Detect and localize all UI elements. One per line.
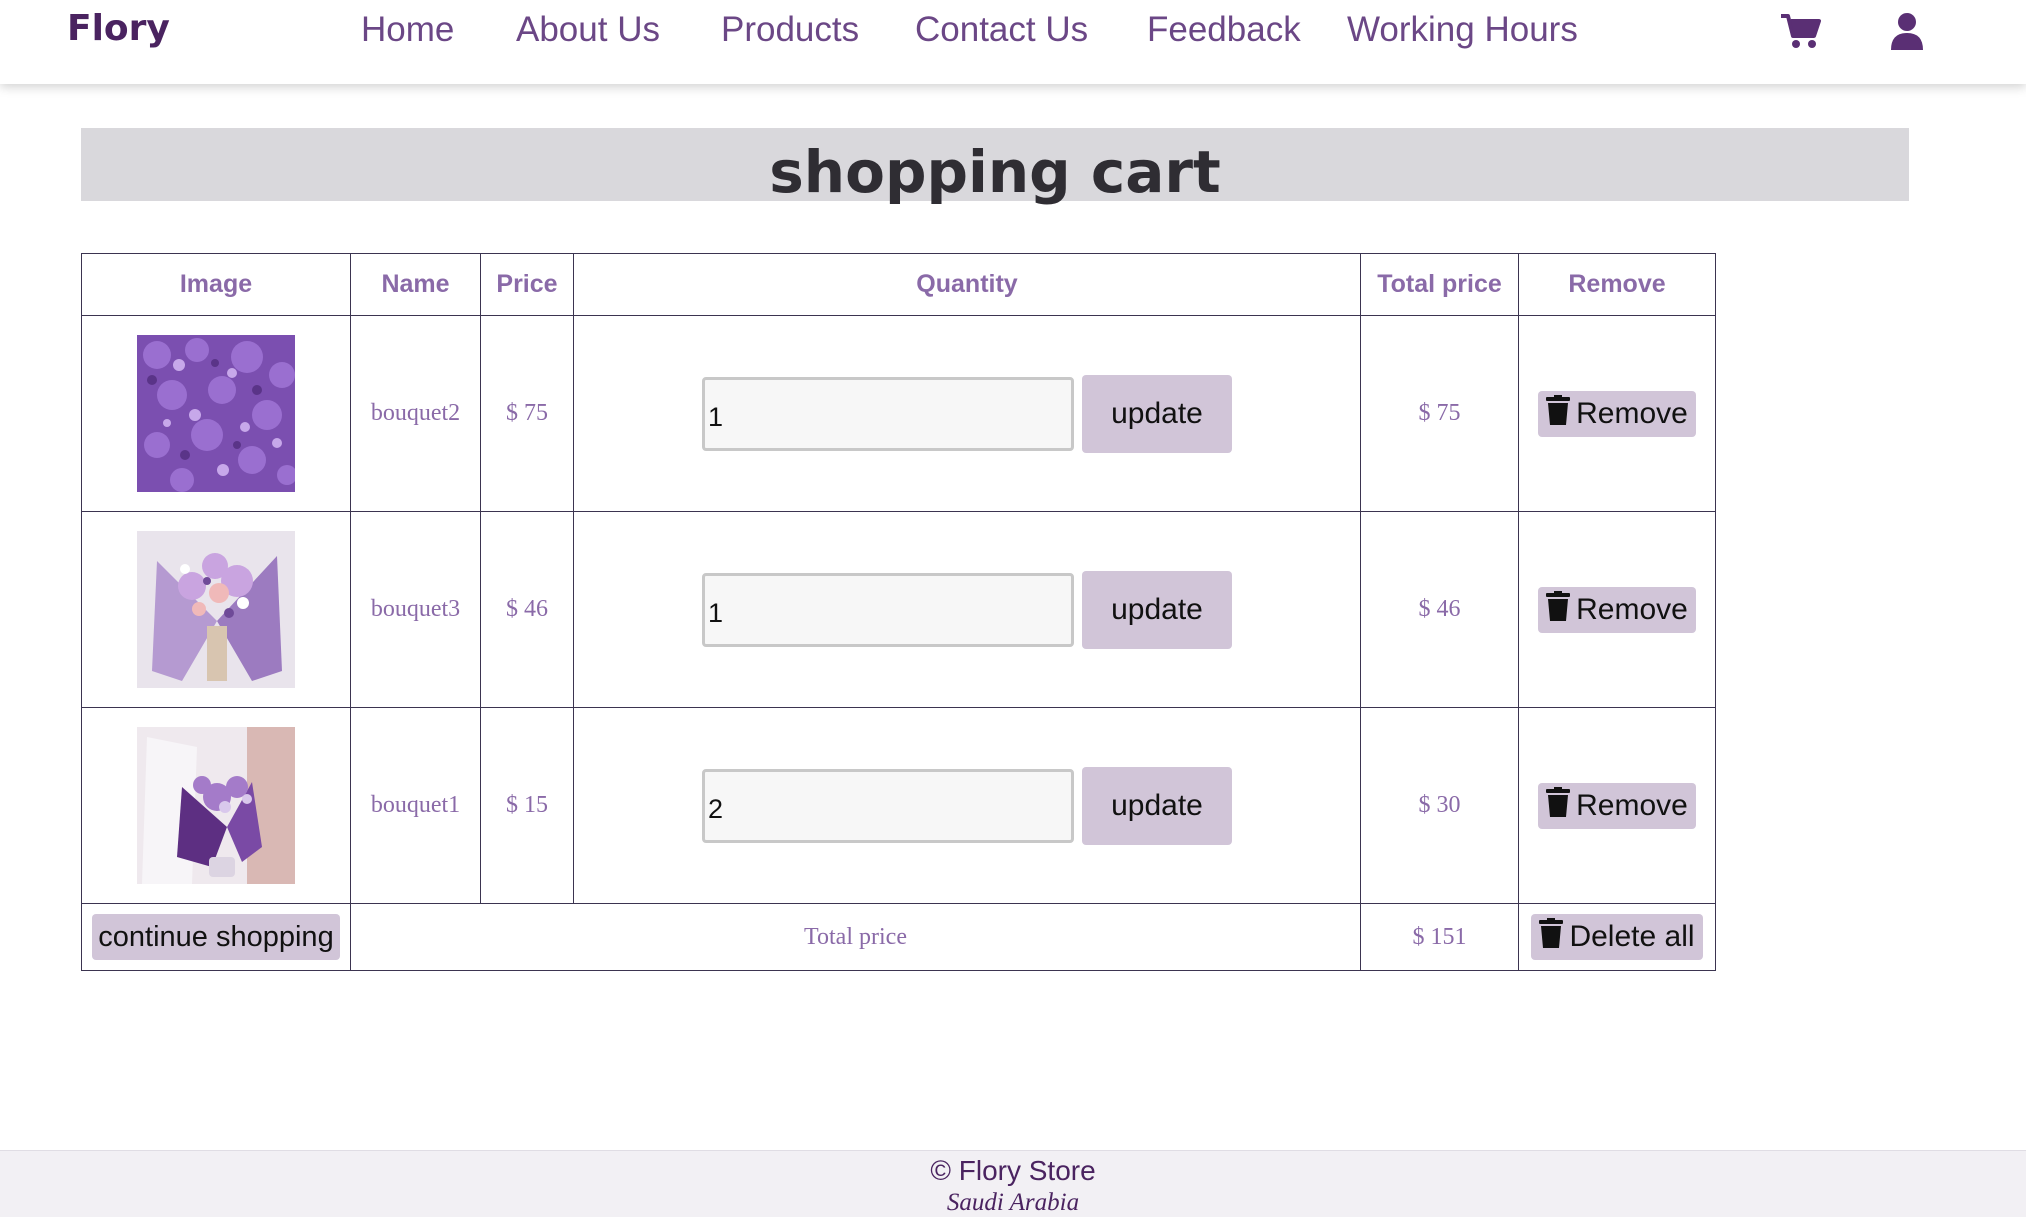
grand-total-value: $ 151 (1360, 903, 1519, 971)
continue-shopping-button[interactable]: continue shopping (92, 914, 340, 960)
site-header: Flory Home About Us Products Contact Us … (0, 0, 2026, 84)
product-image (137, 531, 295, 688)
row-total-price: $ 30 (1360, 707, 1519, 904)
table-header-row: Image Name Price Quantity Total price Re… (81, 253, 1716, 316)
continue-cell: continue shopping (81, 903, 351, 971)
nav-home[interactable]: Home (361, 10, 454, 50)
remove-button-label: Remove (1576, 788, 1688, 822)
quantity-value: 2 (708, 793, 724, 824)
remove-cell: Remove (1518, 315, 1716, 512)
remove-button[interactable]: Remove (1538, 586, 1696, 633)
quantity-cell: 2 update (573, 707, 1361, 904)
column-header-price: Price (480, 253, 574, 316)
row-total-price: $ 75 (1360, 315, 1519, 512)
delete-all-cell: Delete all (1518, 903, 1716, 971)
trash-icon (1546, 786, 1571, 825)
delete-all-button[interactable]: Delete all (1531, 914, 1703, 960)
column-header-total: Total price (1360, 253, 1519, 316)
image-cell (81, 511, 351, 708)
remove-button-label: Remove (1576, 592, 1688, 626)
nav-about-us[interactable]: About Us (516, 10, 660, 50)
grand-total-label: Total price (350, 903, 1361, 971)
quantity-input[interactable]: 2 (702, 768, 1074, 843)
product-image (137, 727, 295, 884)
product-price: $ 15 (480, 707, 574, 904)
remove-button[interactable]: Remove (1538, 782, 1696, 829)
update-button[interactable]: update (1082, 570, 1232, 649)
quantity-value: 1 (708, 597, 724, 628)
product-price: $ 46 (480, 511, 574, 708)
image-cell (81, 315, 351, 512)
image-cell (81, 707, 351, 904)
trash-icon (1546, 590, 1571, 629)
column-header-remove: Remove (1518, 253, 1716, 316)
product-name: bouquet2 (350, 315, 481, 512)
trash-icon (1546, 394, 1571, 433)
quantity-input[interactable]: 1 (702, 376, 1074, 451)
cart-table: Image Name Price Quantity Total price Re… (81, 253, 1716, 971)
remove-button[interactable]: Remove (1538, 390, 1696, 437)
quantity-cell: 1 update (573, 511, 1361, 708)
brand-logo[interactable]: Flory (67, 8, 170, 49)
remove-cell: Remove (1518, 511, 1716, 708)
quantity-value: 1 (708, 401, 724, 432)
user-icon[interactable] (1890, 12, 1924, 55)
product-name: bouquet3 (350, 511, 481, 708)
column-header-image: Image (81, 253, 351, 316)
remove-button-label: Remove (1576, 396, 1688, 430)
remove-cell: Remove (1518, 707, 1716, 904)
quantity-cell: 1 update (573, 315, 1361, 512)
column-header-name: Name (350, 253, 481, 316)
page-title: shopping cart (769, 138, 1221, 206)
table-row: bouquet1 $ 15 2 update $ 30 Remove (81, 707, 1716, 904)
product-image (137, 335, 295, 492)
delete-all-label: Delete all (1569, 920, 1695, 953)
product-name: bouquet1 (350, 707, 481, 904)
product-price: $ 75 (480, 315, 574, 512)
table-row: bouquet3 $ 46 1 update $ 46 Remove (81, 511, 1716, 708)
table-row: bouquet2 $ 75 1 update $ 75 Remove (81, 315, 1716, 512)
page-title-band: shopping cart (81, 128, 1909, 206)
row-total-price: $ 46 (1360, 511, 1519, 708)
trash-icon (1539, 918, 1564, 956)
nav-products[interactable]: Products (721, 10, 859, 50)
column-header-quantity: Quantity (573, 253, 1361, 316)
table-footer-row: continue shopping Total price $ 151 Dele… (81, 903, 1716, 971)
update-button[interactable]: update (1082, 766, 1232, 845)
site-footer: © Flory Store Saudi Arabia (0, 1150, 2026, 1217)
nav-working-hours[interactable]: Working Hours (1347, 10, 1578, 50)
location-text: Saudi Arabia (946, 1189, 1080, 1216)
quantity-input[interactable]: 1 (702, 572, 1074, 647)
copyright-text: © Flory Store (930, 1155, 1096, 1186)
nav-contact-us[interactable]: Contact Us (915, 10, 1088, 50)
cart-icon[interactable] (1780, 12, 1822, 55)
nav-feedback[interactable]: Feedback (1147, 10, 1301, 50)
update-button[interactable]: update (1082, 374, 1232, 453)
